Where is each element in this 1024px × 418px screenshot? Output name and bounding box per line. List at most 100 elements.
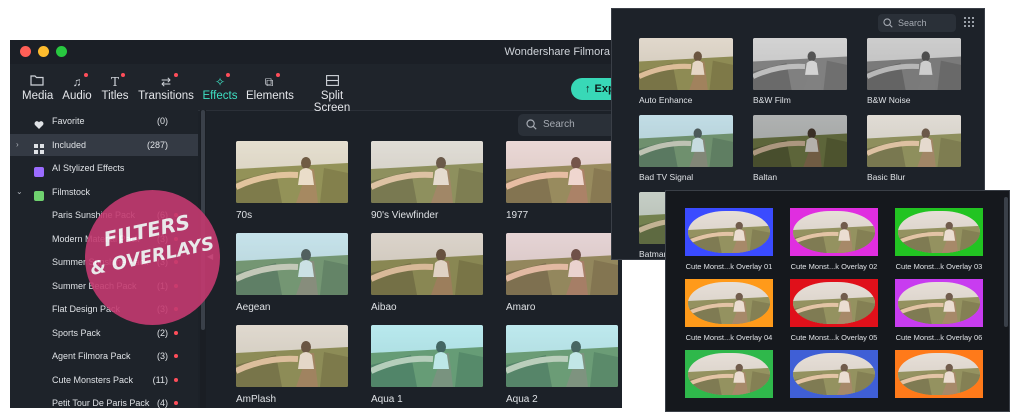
grid-view-icon[interactable] <box>964 17 974 27</box>
overlay-preview-image <box>685 208 773 256</box>
panel-search-input[interactable]: Search <box>878 14 956 32</box>
sidebar-item-count: (11) <box>152 374 168 385</box>
sidebar-item-label: Sports Pack <box>52 327 101 338</box>
tab-media[interactable]: Media <box>22 74 53 102</box>
chevron-right-icon[interactable]: › <box>16 134 19 156</box>
minimize-window-button[interactable] <box>38 46 49 57</box>
filmora-main-window: Wondershare Filmora Media ♫ Audio T Titl… <box>10 40 622 408</box>
effect-preview-image <box>371 325 483 387</box>
sidebar-item-label: Cute Monsters Pack <box>52 374 134 385</box>
overlay-thumbnail[interactable] <box>895 350 983 398</box>
filmstock-icon <box>34 187 44 201</box>
sidebar-item[interactable]: Petit Tour De Paris Pack (4) <box>10 392 198 408</box>
sidebar-item-label: Favorite <box>52 116 85 126</box>
overlay-preview-image <box>685 350 773 398</box>
search-icon <box>526 119 537 130</box>
sidebar-item[interactable]: Cute Monsters Pack (11) <box>10 369 198 391</box>
effect-thumbnail[interactable]: Auto Enhance <box>639 38 733 105</box>
tab-effects-label: Effects <box>202 90 238 102</box>
effect-thumbnail[interactable]: Aegean <box>236 233 348 313</box>
effect-thumbnail[interactable]: Amaro <box>506 233 618 313</box>
sidebar-item-label: Agent Filmora Pack <box>52 351 131 361</box>
overlay-thumbnail[interactable]: Cute Monst...k Overlay 01 <box>685 208 773 271</box>
overlay-preview-image <box>895 279 983 327</box>
effect-label: Baltan <box>753 172 778 182</box>
effect-preview-image <box>506 233 618 295</box>
overlays-scrollbar[interactable] <box>1004 197 1008 327</box>
effect-preview-image <box>236 141 348 203</box>
overlay-preview-image <box>895 208 983 256</box>
overlay-preview-image <box>895 350 983 398</box>
effect-label: Bad TV Signal <box>639 172 694 182</box>
overlay-preview-image <box>685 279 773 327</box>
effect-label: 1977 <box>506 210 529 221</box>
sidebar-item[interactable]: › Included (287) <box>10 133 198 156</box>
effect-preview-image <box>236 325 348 387</box>
tab-split-screen[interactable]: Split Screen <box>302 74 362 114</box>
overlays-panel: Cute Monst...k Overlay 01 Cute Monst...k … <box>665 190 1010 412</box>
effect-thumbnail[interactable]: 90's Viewfinder <box>371 141 483 221</box>
effect-thumbnail[interactable]: Aqua 2 <box>506 325 618 405</box>
tab-split-screen-label: Split Screen <box>313 90 351 114</box>
effect-thumbnail[interactable]: Aqua 1 <box>371 325 483 405</box>
effect-thumbnail[interactable]: 70s <box>236 141 348 221</box>
effect-label: Amaro <box>506 302 536 313</box>
overlay-thumbnail[interactable] <box>685 350 773 398</box>
sidebar-item[interactable]: Agent Filmora Pack (3) <box>10 345 198 367</box>
overlay-label: Cute Monst...k Overlay 05 <box>790 333 878 342</box>
sidebar-item-label: Included <box>52 139 87 150</box>
effect-label: B&W Film <box>753 95 791 105</box>
new-badge-dot <box>174 377 178 382</box>
effect-thumbnail[interactable]: Aibao <box>371 233 483 313</box>
chevron-down-icon[interactable]: ⌄ <box>16 181 23 203</box>
effect-thumbnail[interactable]: Baltan <box>753 115 847 182</box>
effect-thumbnail[interactable]: 1977 <box>506 141 618 221</box>
new-badge-dot <box>174 330 178 335</box>
sidebar-item[interactable]: Favorite (0) <box>10 110 198 132</box>
effect-thumbnail[interactable]: B&W Noise <box>867 38 961 105</box>
maximize-window-button[interactable] <box>56 46 67 57</box>
overlay-label: Cute Monst...k Overlay 02 <box>790 262 878 271</box>
overlay-preview-image <box>790 208 878 256</box>
effect-thumbnail[interactable]: B&W Film <box>753 38 847 105</box>
overlay-label: Cute Monst...k Overlay 03 <box>895 262 983 271</box>
effect-preview-image <box>639 115 733 167</box>
sidebar-item-label: AI Stylized Effects <box>52 163 125 173</box>
effect-label: 70s <box>236 210 253 221</box>
overlay-thumbnail[interactable]: Cute Monst...k Overlay 05 <box>790 279 878 342</box>
grid-icon <box>34 140 44 154</box>
sidebar-item-count: (0) <box>157 116 168 126</box>
effect-thumbnail[interactable]: Bad TV Signal <box>639 115 733 182</box>
overlay-thumbnail[interactable] <box>790 350 878 398</box>
effects-search-input[interactable]: Search <box>518 114 618 136</box>
tab-transitions[interactable]: ⇄ Transitions <box>138 73 194 102</box>
close-window-button[interactable] <box>20 46 31 57</box>
tab-audio[interactable]: ♫ Audio <box>62 73 92 102</box>
overlay-label: Cute Monst...k Overlay 04 <box>685 333 773 342</box>
effect-preview-image <box>506 141 618 203</box>
tab-elements[interactable]: ⧉ Elements <box>246 73 294 102</box>
effect-thumbnail[interactable]: Basic Blur <box>867 115 961 182</box>
overlay-thumbnail[interactable]: Cute Monst...k Overlay 02 <box>790 208 878 271</box>
new-badge-dot <box>174 401 178 405</box>
effect-label: Aibao <box>371 302 397 313</box>
tab-audio-label: Audio <box>62 90 92 102</box>
text-title-icon: T <box>110 75 119 89</box>
effect-preview-image <box>753 38 847 90</box>
overlay-preview-image <box>790 279 878 327</box>
effect-preview-image <box>236 233 348 295</box>
effect-label: 90's Viewfinder <box>371 210 439 221</box>
sparkle-icon: ✧ <box>214 75 226 89</box>
tab-titles[interactable]: T Titles <box>100 73 130 102</box>
tab-elements-label: Elements <box>246 90 294 102</box>
overlay-thumbnail[interactable]: Cute Monst...k Overlay 06 <box>895 279 983 342</box>
overlay-thumbnail[interactable]: Cute Monst...k Overlay 04 <box>685 279 773 342</box>
effect-thumbnail[interactable]: AmPlash <box>236 325 348 405</box>
tab-effects[interactable]: ✧ Effects <box>201 73 239 102</box>
sidebar-item[interactable]: AI Stylized Effects <box>10 157 198 179</box>
overlay-thumbnail[interactable]: Cute Monst...k Overlay 03 <box>895 208 983 271</box>
effect-preview-image <box>639 38 733 90</box>
title-bar: Wondershare Filmora <box>10 40 622 64</box>
split-screen-icon <box>302 74 362 90</box>
sidebar-item-count: (3) <box>157 351 168 361</box>
